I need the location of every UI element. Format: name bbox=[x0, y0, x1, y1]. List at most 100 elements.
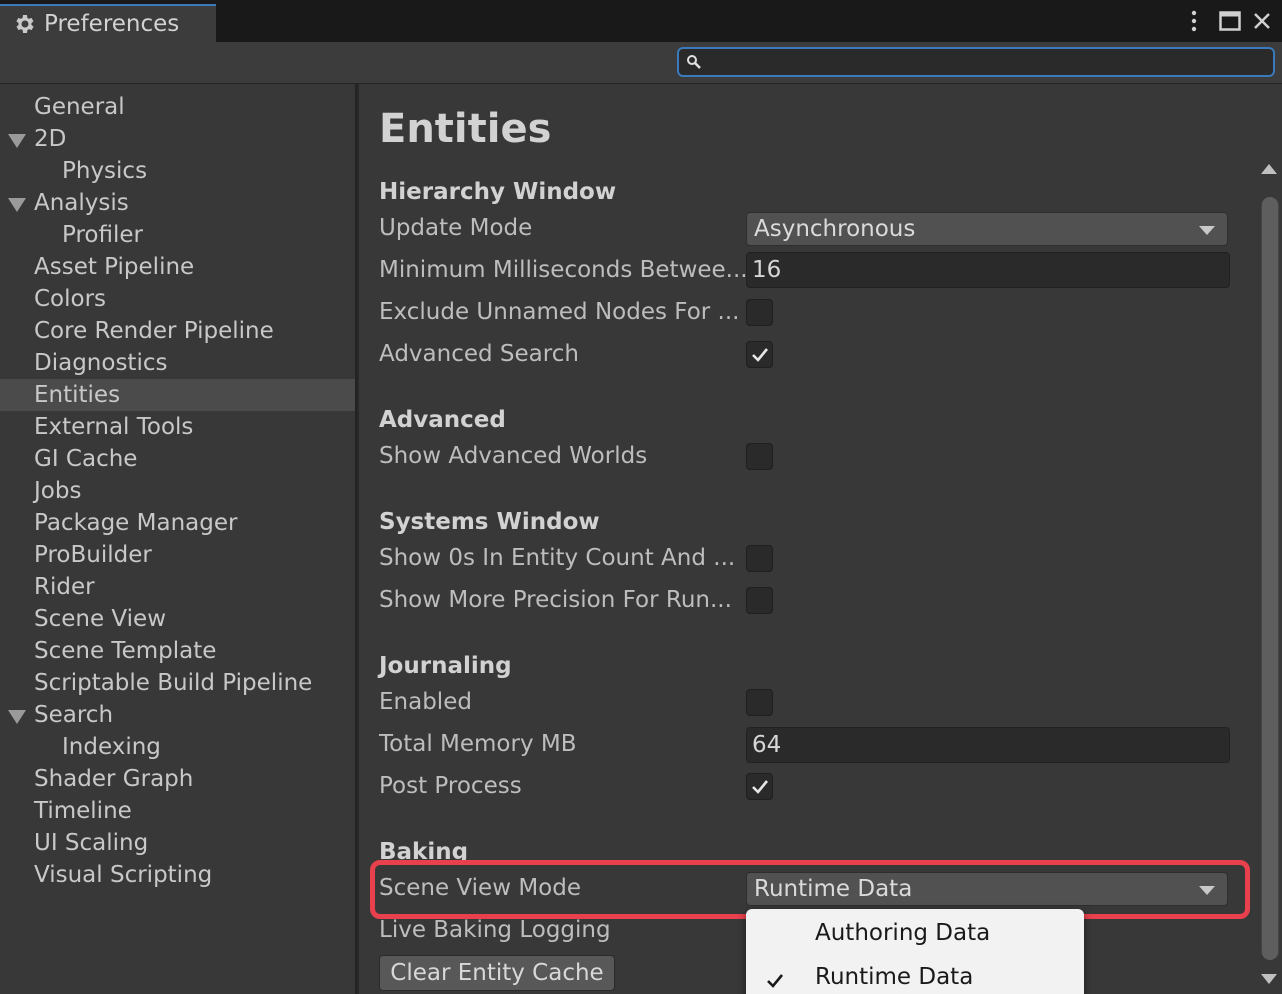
chevron-down-icon bbox=[1199, 226, 1215, 235]
sidebar-item-label: Scene Template bbox=[34, 638, 217, 664]
sidebar-item-scriptable-build-pipeline[interactable]: Scriptable Build Pipeline bbox=[0, 667, 355, 699]
sidebar-item-gi-cache[interactable]: GI Cache bbox=[0, 443, 355, 475]
sidebar-item-general[interactable]: General bbox=[0, 91, 355, 123]
gear-icon bbox=[16, 15, 34, 33]
expand-triangle-icon[interactable] bbox=[8, 198, 26, 212]
min-ms-field[interactable]: 16 bbox=[746, 252, 1230, 288]
sidebar-item-label: Asset Pipeline bbox=[34, 254, 195, 280]
update-mode-label: Update Mode bbox=[379, 215, 533, 241]
post-process-checkbox[interactable] bbox=[746, 773, 773, 800]
show-zeros-label: Show 0s In Entity Count And ... bbox=[379, 545, 736, 571]
maximize-icon[interactable] bbox=[1217, 8, 1243, 34]
sidebar-item-label: Visual Scripting bbox=[34, 862, 213, 888]
sidebar-item-label: Diagnostics bbox=[34, 350, 168, 376]
sidebar-item-jobs[interactable]: Jobs bbox=[0, 475, 355, 507]
exclude-unnamed-checkbox[interactable] bbox=[746, 299, 773, 326]
sidebar-item-profiler[interactable]: Profiler bbox=[0, 219, 355, 251]
sidebar-item-scene-view[interactable]: Scene View bbox=[0, 603, 355, 635]
update-mode-value: Asynchronous bbox=[754, 216, 916, 242]
sidebar-item-scene-template[interactable]: Scene Template bbox=[0, 635, 355, 667]
menu-item-runtime-data[interactable]: Runtime Data bbox=[746, 955, 1084, 994]
sidebar-item-label: Core Render Pipeline bbox=[34, 318, 274, 344]
expand-triangle-icon[interactable] bbox=[8, 710, 26, 724]
sidebar-item-search[interactable]: Search bbox=[0, 699, 355, 731]
more-options-icon[interactable] bbox=[1181, 8, 1207, 34]
sidebar-item-label: Rider bbox=[34, 574, 95, 600]
sidebar-item-asset-pipeline[interactable]: Asset Pipeline bbox=[0, 251, 355, 283]
section-heading-hierarchy: Hierarchy Window bbox=[379, 179, 617, 205]
checkmark-icon bbox=[766, 969, 784, 994]
advanced-search-label: Advanced Search bbox=[379, 341, 579, 367]
checkmark-icon bbox=[751, 779, 768, 794]
sidebar-item-entities[interactable]: Entities bbox=[0, 379, 355, 411]
sidebar-item-analysis[interactable]: Analysis bbox=[0, 187, 355, 219]
sidebar-item-label: Jobs bbox=[34, 478, 82, 504]
update-mode-dropdown[interactable]: Asynchronous bbox=[746, 212, 1228, 246]
sidebar-item-label: Profiler bbox=[62, 222, 143, 248]
sidebar-item-label: Shader Graph bbox=[34, 766, 194, 792]
chevron-down-icon bbox=[1199, 886, 1215, 895]
sidebar-item-label: Package Manager bbox=[34, 510, 238, 536]
clear-entity-cache-button[interactable]: Clear Entity Cache bbox=[379, 955, 615, 991]
sidebar-item-physics[interactable]: Physics bbox=[0, 155, 355, 187]
expand-triangle-icon[interactable] bbox=[8, 134, 26, 148]
min-ms-label: Minimum Milliseconds Betwee... bbox=[379, 257, 748, 283]
sidebar-item-external-tools[interactable]: External Tools bbox=[0, 411, 355, 443]
toolbar bbox=[0, 42, 1282, 84]
live-baking-logging-label: Live Baking Logging bbox=[379, 917, 611, 943]
sidebar-item-package-manager[interactable]: Package Manager bbox=[0, 507, 355, 539]
scene-view-mode-value: Runtime Data bbox=[754, 876, 913, 902]
sidebar-item-rider[interactable]: Rider bbox=[0, 571, 355, 603]
sidebar-item-label: Entities bbox=[34, 382, 121, 408]
sidebar-item-label: Scriptable Build Pipeline bbox=[34, 670, 313, 696]
menu-item-label: Runtime Data bbox=[815, 964, 974, 990]
search-box[interactable] bbox=[677, 47, 1275, 77]
search-icon bbox=[687, 55, 701, 69]
menu-item-label: Authoring Data bbox=[815, 920, 991, 946]
search-input[interactable] bbox=[709, 51, 1265, 73]
journaling-enabled-checkbox[interactable] bbox=[746, 689, 773, 716]
exclude-unnamed-label: Exclude Unnamed Nodes For ... bbox=[379, 299, 740, 325]
sidebar-item-shader-graph[interactable]: Shader Graph bbox=[0, 763, 355, 795]
post-process-label: Post Process bbox=[379, 773, 522, 799]
close-icon[interactable] bbox=[1249, 8, 1275, 34]
sidebar-item-colors[interactable]: Colors bbox=[0, 283, 355, 315]
sidebar-item-ui-scaling[interactable]: UI Scaling bbox=[0, 827, 355, 859]
scene-view-mode-dropdown[interactable]: Runtime Data bbox=[746, 872, 1228, 906]
sidebar-item-core-render-pipeline[interactable]: Core Render Pipeline bbox=[0, 315, 355, 347]
total-memory-field[interactable]: 64 bbox=[746, 727, 1230, 763]
checkmark-icon bbox=[751, 347, 768, 362]
show-advanced-worlds-label: Show Advanced Worlds bbox=[379, 443, 648, 469]
sidebar-item-label: ProBuilder bbox=[34, 542, 152, 568]
sidebar-item-label: Colors bbox=[34, 286, 107, 312]
sidebar-item-label: 2D bbox=[34, 126, 67, 152]
sidebar-item-timeline[interactable]: Timeline bbox=[0, 795, 355, 827]
menu-item-authoring-data[interactable]: Authoring Data bbox=[746, 911, 1084, 955]
advanced-search-checkbox[interactable] bbox=[746, 341, 773, 368]
scene-view-mode-menu: Authoring Data Runtime Data bbox=[746, 909, 1084, 994]
settings-panel: Entities Hierarchy Window Update Mode As… bbox=[359, 84, 1282, 994]
sidebar-item-diagnostics[interactable]: Diagnostics bbox=[0, 347, 355, 379]
sidebar-item-label: General bbox=[34, 94, 125, 120]
section-heading-systems: Systems Window bbox=[379, 509, 600, 535]
scroll-up-arrow-icon[interactable] bbox=[1261, 164, 1277, 174]
more-precision-checkbox[interactable] bbox=[746, 587, 773, 614]
section-heading-advanced: Advanced bbox=[379, 407, 506, 433]
scroll-down-arrow-icon[interactable] bbox=[1261, 974, 1277, 984]
sidebar-item-indexing[interactable]: Indexing bbox=[0, 731, 355, 763]
sidebar-item-2d[interactable]: 2D bbox=[0, 123, 355, 155]
sidebar-item-visual-scripting[interactable]: Visual Scripting bbox=[0, 859, 355, 891]
show-advanced-worlds-checkbox[interactable] bbox=[746, 443, 773, 470]
tab-preferences[interactable]: Preferences bbox=[0, 4, 216, 42]
show-zeros-checkbox[interactable] bbox=[746, 545, 773, 572]
section-heading-baking: Baking bbox=[379, 839, 469, 865]
sidebar-item-label: External Tools bbox=[34, 414, 194, 440]
sidebar-item-label: Timeline bbox=[34, 798, 132, 824]
sidebar-item-probuilder[interactable]: ProBuilder bbox=[0, 539, 355, 571]
sidebar-item-label: Physics bbox=[62, 158, 148, 184]
page-title: Entities bbox=[379, 106, 552, 152]
sidebar-item-label: GI Cache bbox=[34, 446, 138, 472]
scrollbar-thumb[interactable] bbox=[1262, 197, 1278, 960]
more-precision-label: Show More Precision For Run... bbox=[379, 587, 732, 613]
sidebar-item-label: Indexing bbox=[62, 734, 161, 760]
